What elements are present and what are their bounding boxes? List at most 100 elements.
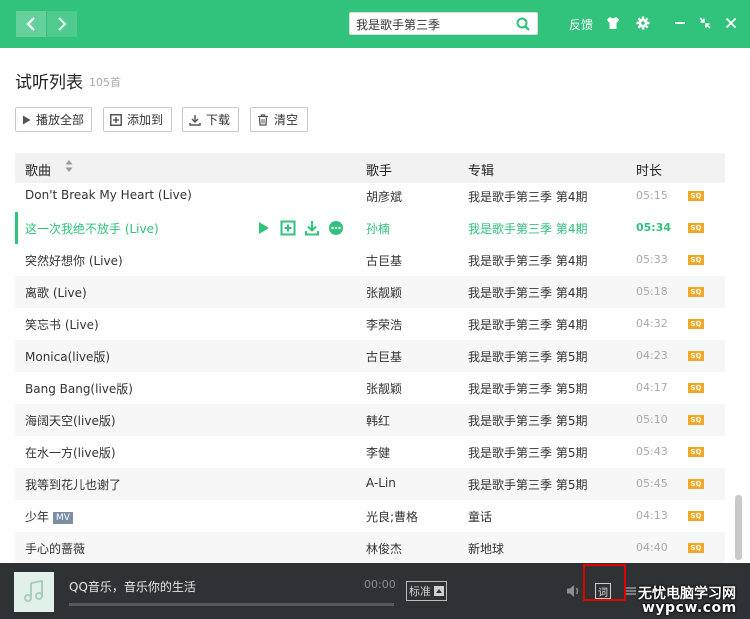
table-row[interactable]: Monica(live版) 古巨基 我是歌手第三季 第5期 04:23 SQ [15,340,725,372]
song-duration: 05:15 [636,189,668,202]
song-duration: 05:34 [636,221,672,234]
skin-icon[interactable] [606,16,620,30]
song-duration: 04:17 [636,381,668,394]
song-title[interactable]: 笑忘书 (Live) [25,316,99,333]
artist-name[interactable]: 光良;曹格 [366,508,418,525]
row-actions [256,220,346,236]
artist-name[interactable]: 古巨基 [366,348,402,365]
album-name[interactable]: 我是歌手第三季 第4期 [468,220,587,237]
header-duration[interactable]: 时长 [636,160,662,179]
song-duration: 05:18 [636,285,668,298]
header-song[interactable]: 歌曲 [25,160,51,179]
table-row[interactable]: 手心的蔷薇 林俊杰 新地球 04:40 SQ [15,532,725,563]
gear-icon[interactable] [636,16,650,30]
sq-badge: SQ [688,383,704,393]
artist-name[interactable]: 韩红 [366,412,390,429]
album-name[interactable]: 我是歌手第三季 第5期 [468,348,587,365]
sort-icon[interactable] [65,159,73,173]
song-list: Don't Break My Heart (Live) 胡彦斌 我是歌手第三季 … [15,180,725,563]
album-name[interactable]: 新地球 [468,540,504,557]
album-name[interactable]: 我是歌手第三季 第5期 [468,476,587,493]
song-title[interactable]: 海阔天空(live版) [25,412,116,429]
table-row[interactable]: 少年 MV 光良;曹格 童话 04:13 SQ [15,500,725,532]
quality-select[interactable]: 标准 [406,581,447,601]
now-playing-title: QQ音乐，音乐你的生活 [69,580,196,594]
add-box-icon[interactable] [280,220,296,236]
sq-badge: SQ [688,543,704,553]
artist-name[interactable]: 古巨基 [366,252,402,269]
trash-icon [258,113,268,126]
table-row[interactable]: 突然好想你 (Live) 古巨基 我是歌手第三季 第4期 05:33 SQ [15,244,725,276]
artist-name[interactable]: 林俊杰 [366,540,402,557]
play-all-button[interactable]: 播放全部 [15,107,92,132]
song-title[interactable]: 突然好想你 (Live) [25,252,123,269]
artist-name[interactable]: 孙楠 [366,220,390,237]
artist-name[interactable]: A-Lin [366,476,396,490]
download-button[interactable]: 下载 [182,107,239,132]
song-title[interactable]: Don't Break My Heart (Live) [25,188,192,202]
search-icon[interactable] [516,17,530,31]
feedback-link[interactable]: 反馈 [569,16,593,33]
album-name[interactable]: 我是歌手第三季 第4期 [468,316,587,333]
table-row[interactable]: 海阔天空(live版) 韩红 我是歌手第三季 第5期 05:10 SQ [15,404,725,436]
minimize-icon[interactable] [673,16,687,30]
table-row[interactable]: 离歌 (Live) 张靓颖 我是歌手第三季 第4期 05:18 SQ [15,276,725,308]
album-name[interactable]: 童话 [468,508,492,525]
song-title[interactable]: 手心的蔷薇 [25,540,85,557]
quality-label: 标准 [409,585,431,598]
artist-name[interactable]: 张靓颖 [366,284,402,301]
mv-badge[interactable]: MV [53,512,73,524]
table-header: 歌曲 歌手 专辑 时长 [15,153,725,183]
add-to-button[interactable]: 添加到 [103,107,172,132]
album-name[interactable]: 我是歌手第三季 第4期 [468,252,587,269]
album-name[interactable]: 我是歌手第三季 第5期 [468,444,587,461]
download-icon[interactable] [304,220,320,236]
watermark: 无忧电脑学习网 wypcw.com [638,583,744,619]
song-duration: 05:45 [636,477,668,490]
song-title[interactable]: Bang Bang(live版) [25,380,133,397]
sq-badge: SQ [688,351,704,361]
album-name[interactable]: 我是歌手第三季 第5期 [468,412,587,429]
song-title[interactable]: 这一次我绝不放手 (Live) [25,220,159,237]
restore-icon[interactable] [698,16,712,30]
sq-badge: SQ [688,223,704,233]
song-title[interactable]: 离歌 (Live) [25,284,87,301]
artist-name[interactable]: 张靓颖 [366,380,402,397]
clear-button[interactable]: 清空 [250,107,308,132]
song-duration: 04:23 [636,349,668,362]
search-box [349,12,538,35]
album-name[interactable]: 我是歌手第三季 第5期 [468,380,587,397]
song-title[interactable]: 在水一方(live版) [25,444,116,461]
more-icon[interactable] [328,220,344,236]
table-row[interactable]: 在水一方(live版) 李健 我是歌手第三季 第5期 05:43 SQ [15,436,725,468]
table-row[interactable]: 笑忘书 (Live) 李荣浩 我是歌手第三季 第4期 04:32 SQ [15,308,725,340]
song-title[interactable]: Monica(live版) [25,348,110,365]
search-input[interactable] [356,15,511,33]
table-row[interactable]: 我等到花儿也谢了 A-Lin 我是歌手第三季 第5期 05:45 SQ [15,468,725,500]
back-button[interactable] [16,11,46,37]
header-album[interactable]: 专辑 [468,160,494,179]
play-icon[interactable] [256,220,272,236]
progress-bar[interactable] [69,603,394,606]
song-title[interactable]: 少年 [25,510,49,524]
header-artist[interactable]: 歌手 [366,160,392,179]
song-duration: 04:13 [636,509,668,522]
song-title-with-mv[interactable]: 少年 MV [25,508,73,525]
table-row[interactable]: Bang Bang(live版) 张靓颖 我是歌手第三季 第5期 04:17 S… [15,372,725,404]
forward-button[interactable] [47,11,77,37]
artist-name[interactable]: 李健 [366,444,390,461]
song-title[interactable]: 我等到花儿也谢了 [25,476,121,493]
table-row[interactable]: Don't Break My Heart (Live) 胡彦斌 我是歌手第三季 … [15,180,725,212]
playlist-icon[interactable] [626,586,636,596]
artist-name[interactable]: 李荣浩 [366,316,402,333]
album-name[interactable]: 我是歌手第三季 第4期 [468,284,587,301]
album-name[interactable]: 我是歌手第三季 第4期 [468,188,587,205]
sq-badge: SQ [688,447,704,457]
album-cover[interactable] [14,572,54,612]
volume-icon[interactable] [566,584,582,598]
table-row-active[interactable]: 这一次我绝不放手 (Live) 孙楠 我是歌手第三季 第4期 05:34 SQ [15,212,725,244]
list-scrollbar[interactable] [735,495,742,560]
artist-name[interactable]: 胡彦斌 [366,188,402,205]
close-icon[interactable] [724,16,738,30]
sq-badge: SQ [688,191,704,201]
